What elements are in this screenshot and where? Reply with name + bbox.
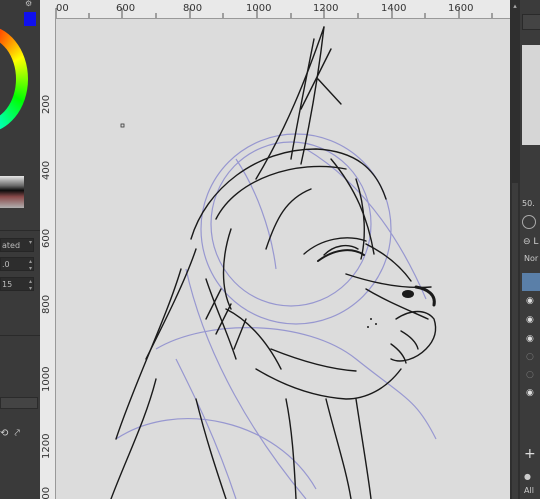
- eye-icon[interactable]: ◉: [526, 296, 534, 306]
- ruler-ticks: [55, 8, 493, 18]
- left-docker: ⚙ ated ▾ .0 ▴ ▾ 15 ▴ ▾ ⟲⤤: [0, 0, 40, 499]
- scroll-up-icon[interactable]: ▴: [510, 0, 520, 12]
- opacity-value: .0: [2, 260, 10, 269]
- dock-slider[interactable]: [0, 397, 38, 409]
- drawing-canvas[interactable]: [56, 19, 510, 499]
- spin-arrows-icon[interactable]: ▴ ▾: [29, 278, 32, 290]
- rotate-knob[interactable]: [522, 215, 536, 229]
- overview-thumbnail[interactable]: [522, 45, 540, 145]
- blend-mode-value: ated: [2, 241, 21, 250]
- add-layer-icon[interactable]: +: [524, 446, 536, 462]
- divider: [0, 230, 40, 231]
- spin-arrows-icon[interactable]: ▴ ▾: [29, 258, 32, 270]
- selected-layer-row[interactable]: [522, 273, 540, 291]
- lasso-icon[interactable]: ⤤: [14, 428, 26, 439]
- ruler-tick-label: 1200: [41, 433, 52, 459]
- blend-mode-select[interactable]: ated ▾: [0, 238, 34, 252]
- lock-icon[interactable]: ⊖ L: [523, 237, 538, 247]
- layer-blend-mode[interactable]: Nor: [524, 254, 538, 263]
- right-docker: 50. ⊖ L Nor ◉ ◉ ◉ ○ ○ ◉ + ● All: [520, 0, 540, 499]
- eye-hidden-icon[interactable]: ○: [526, 352, 534, 362]
- vertical-ruler: 200 400 600 800 1000 1200 400: [40, 18, 56, 499]
- sketch-artwork: [110, 26, 437, 499]
- foreground-color-swatch[interactable]: [24, 12, 36, 26]
- opacity-field[interactable]: .0 ▴ ▾: [0, 257, 34, 271]
- color-wheel[interactable]: [0, 25, 28, 133]
- eye-icon[interactable]: ◉: [526, 334, 534, 344]
- horizontal-ruler: 00 600 800 1000 1200 1400 1600: [40, 0, 510, 19]
- chevron-down-icon[interactable]: ▾: [29, 239, 32, 246]
- lock-label: L: [533, 237, 539, 247]
- gear-icon[interactable]: ⚙: [25, 0, 35, 8]
- eye-hidden-icon[interactable]: ○: [526, 370, 534, 380]
- color-gradient-strip[interactable]: [0, 176, 24, 208]
- ruler-tick-label: 400: [41, 486, 52, 499]
- canvas-vertical-scrollbar[interactable]: ▴: [510, 0, 520, 499]
- eye-icon[interactable]: ◉: [526, 388, 534, 398]
- overview-toggle-button[interactable]: [522, 14, 540, 30]
- divider: [0, 335, 40, 336]
- ruler-tick-label: 800: [41, 294, 52, 314]
- brush-icon[interactable]: ⟲: [0, 428, 14, 439]
- layer-filter-label[interactable]: All: [524, 486, 534, 495]
- scrollbar-thumb[interactable]: [512, 183, 518, 499]
- ink-lines: [110, 26, 437, 499]
- eye-icon[interactable]: ◉: [526, 315, 534, 325]
- size-field[interactable]: 15 ▴ ▾: [0, 277, 34, 291]
- brush-cursor: [120, 123, 125, 128]
- filter-toggle-icon[interactable]: ●: [524, 472, 531, 481]
- ruler-tick-label: 200: [41, 94, 52, 114]
- tool-icon-row: ⟲⤤: [0, 428, 26, 439]
- ruler-tick-label: 1000: [41, 366, 52, 392]
- ruler-tick-label: 600: [41, 228, 52, 248]
- zoom-field[interactable]: 50.: [522, 199, 535, 208]
- size-value: 15: [2, 280, 13, 289]
- ruler-tick-label: 400: [41, 160, 52, 180]
